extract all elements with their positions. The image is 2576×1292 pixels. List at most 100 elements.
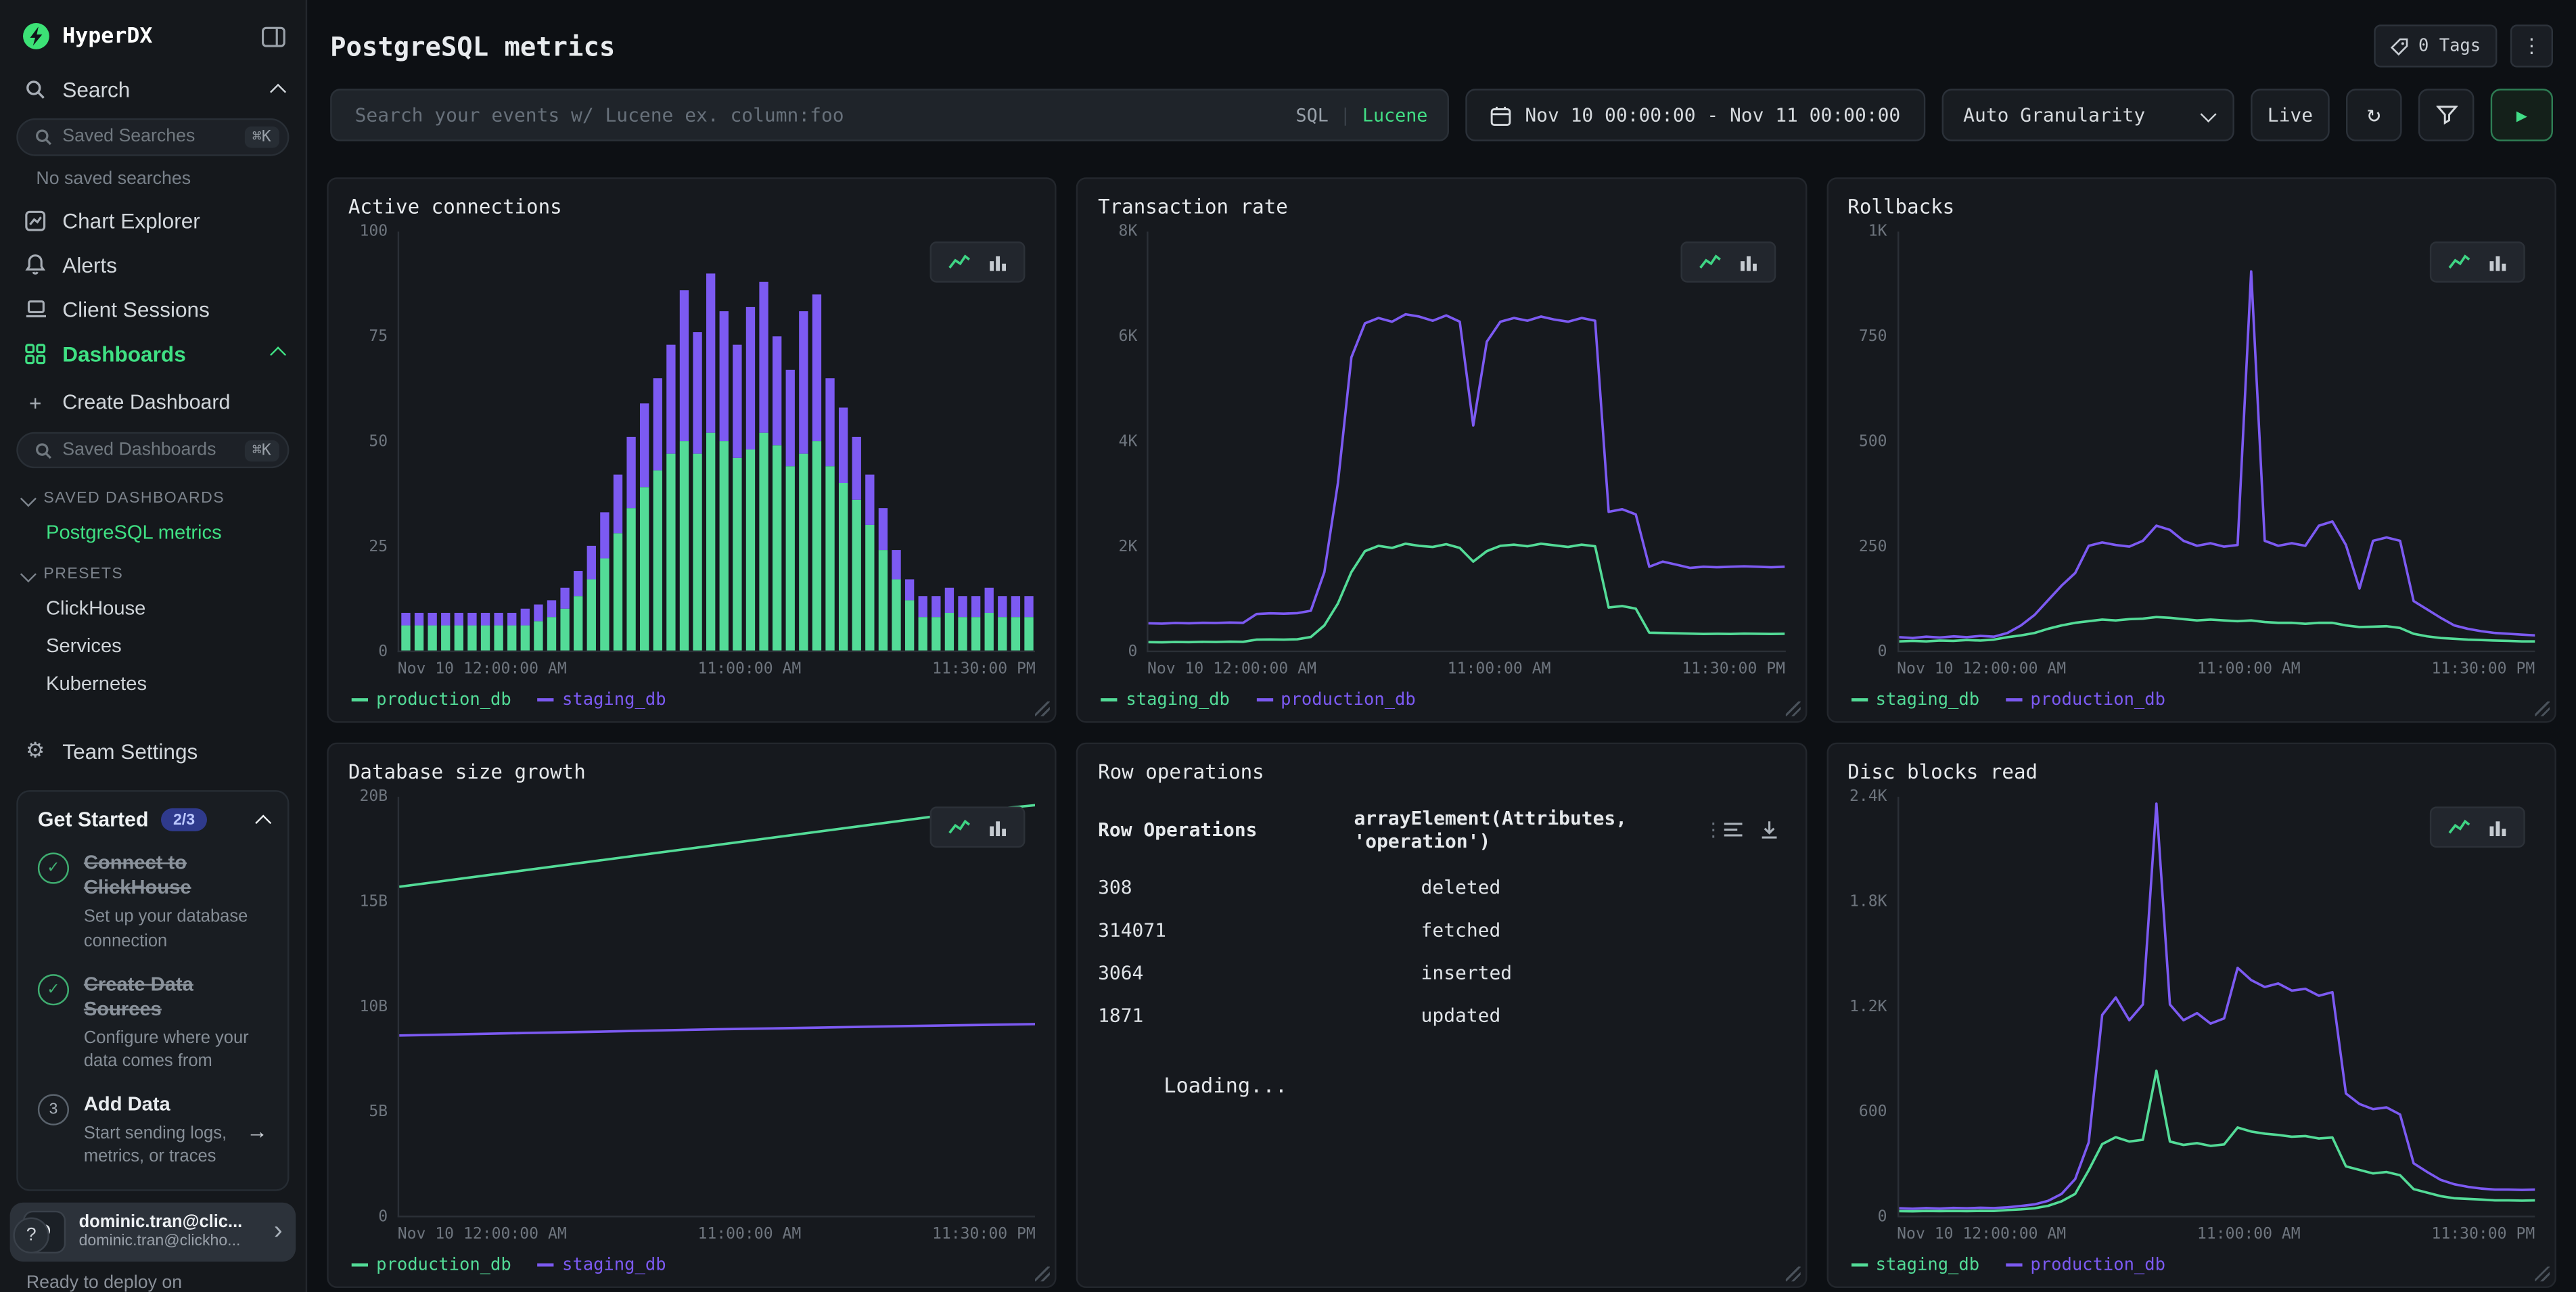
y-axis-tick: 0 <box>378 1208 388 1226</box>
sidebar-dashboard-postgresql-metrics[interactable]: PostgreSQL metrics <box>0 513 306 551</box>
legend-item[interactable]: staging_db <box>1851 690 1979 710</box>
table-row[interactable]: 3064inserted <box>1098 961 1785 984</box>
line-chart-icon[interactable] <box>2448 253 2471 271</box>
saved-dashboards-placeholder: Saved Dashboards <box>62 440 216 460</box>
kebab-menu-button[interactable]: ⋮ <box>2510 24 2553 67</box>
plot-area[interactable] <box>398 797 1036 1218</box>
plot-area[interactable] <box>1897 231 2535 652</box>
sidebar-item-search[interactable]: Search <box>0 68 306 112</box>
x-axis-tick: 11:00:00 AM <box>697 660 801 678</box>
download-icon[interactable] <box>1759 820 1778 839</box>
x-axis: Nov 10 12:00:00 AM11:00:00 AM11:30:00 PM <box>1897 1226 2535 1244</box>
sidebar-preset-clickhouse[interactable]: ClickHouse <box>0 589 306 627</box>
create-dashboard-button[interactable]: + Create Dashboard <box>0 375 306 425</box>
resize-handle[interactable] <box>1036 1266 1051 1281</box>
bar-chart-icon[interactable] <box>1739 253 1757 271</box>
saved-searches-input[interactable]: Saved Searches ⌘K <box>16 118 289 156</box>
line-chart-icon[interactable] <box>2448 818 2471 836</box>
tag-icon <box>2391 37 2409 55</box>
panel-active-connections: Active connections 1007550250 Nov 10 12:… <box>327 177 1057 722</box>
sidebar-preset-kubernetes[interactable]: Kubernetes <box>0 664 306 702</box>
column-header-operation[interactable]: arrayElement(Attributes, 'operation') <box>1354 806 1690 852</box>
cell-count: 314071 <box>1098 919 1421 942</box>
table-row[interactable]: 308deleted <box>1098 875 1785 898</box>
refresh-button[interactable]: ↻ <box>2346 89 2402 141</box>
y-axis-tick: 0 <box>1878 643 1887 662</box>
panel-disc-blocks-read: Disc blocks read 2.4K1.8K1.2K6000 Nov 10… <box>1826 743 2556 1288</box>
legend-item[interactable]: production_db <box>1256 690 1416 710</box>
tags-button[interactable]: 0 Tags <box>2374 24 2497 67</box>
plot-area[interactable] <box>1147 231 1785 652</box>
resize-handle[interactable] <box>2535 701 2550 716</box>
x-axis-tick: 11:30:00 PM <box>932 1226 1036 1244</box>
chart-canvas[interactable] <box>1899 797 2535 1216</box>
sidebar-preset-services[interactable]: Services <box>0 626 306 664</box>
chart-canvas[interactable] <box>1899 231 2535 650</box>
get-started-step-3[interactable]: 3 Add Data Start sending logs, metrics, … <box>38 1092 268 1169</box>
legend-item[interactable]: production_db <box>352 1255 511 1274</box>
sidebar-item-label: Dashboards <box>62 341 185 365</box>
y-axis-tick: 20B <box>359 787 388 806</box>
lucene-toggle[interactable]: Lucene <box>1362 104 1428 126</box>
get-started-step-2[interactable]: ✓ Create Data Sources Configure where yo… <box>38 972 268 1073</box>
resize-handle[interactable] <box>1785 701 1800 716</box>
plot-area[interactable] <box>398 231 1036 652</box>
shortcut-badge: ⌘K <box>244 440 279 461</box>
user-menu[interactable]: D dominic.tran@clic... dominic.tran@clic… <box>10 1201 296 1260</box>
sidebar-item-client-sessions[interactable]: Client Sessions <box>0 287 306 331</box>
legend-item[interactable]: production_db <box>2006 1255 2165 1274</box>
line-chart-icon[interactable] <box>1698 253 1721 271</box>
column-header-count[interactable]: Row Operations <box>1098 818 1354 841</box>
legend-dash <box>1101 698 1118 701</box>
x-axis: Nov 10 12:00:00 AM11:00:00 AM11:30:00 PM <box>398 1226 1036 1244</box>
legend-item[interactable]: staging_db <box>538 690 666 710</box>
bar-chart-icon[interactable] <box>990 253 1008 271</box>
legend-item[interactable]: staging_db <box>538 1255 666 1274</box>
line-chart-icon[interactable] <box>948 253 971 271</box>
collapse-sidebar-icon[interactable] <box>261 26 285 47</box>
legend-item[interactable]: production_db <box>352 690 511 710</box>
chart-canvas[interactable] <box>1149 231 1785 650</box>
chart-legend: production_db staging_db <box>352 690 1036 710</box>
saved-dashboards-section-header[interactable]: SAVED DASHBOARDS <box>0 476 306 513</box>
table-row[interactable]: 314071fetched <box>1098 919 1785 942</box>
bar-chart-icon[interactable] <box>2489 253 2507 271</box>
sidebar-item-dashboards[interactable]: Dashboards <box>0 331 306 376</box>
chart-canvas[interactable] <box>399 231 1036 650</box>
sql-toggle[interactable]: SQL <box>1296 104 1329 126</box>
granularity-dropdown[interactable]: Auto Granularity <box>1942 89 2234 141</box>
date-range-picker[interactable]: Nov 10 00:00:00 - Nov 11 00:00:00 <box>1465 89 1925 141</box>
search-input[interactable] <box>352 102 1283 129</box>
event-search-box[interactable]: SQL | Lucene <box>330 89 1449 141</box>
list-icon[interactable] <box>1723 821 1743 837</box>
presets-section-header[interactable]: PRESETS <box>0 551 306 589</box>
sidebar-item-alerts[interactable]: Alerts <box>0 243 306 287</box>
resize-handle[interactable] <box>2535 1266 2550 1281</box>
chart-legend: staging_db production_db <box>1851 690 2535 710</box>
live-button[interactable]: Live <box>2251 89 2330 141</box>
gear-icon: ⚙ <box>23 739 47 765</box>
sidebar-item-chart-explorer[interactable]: Chart Explorer <box>0 198 306 243</box>
run-query-button[interactable]: ▶ <box>2491 89 2553 141</box>
plot-area[interactable] <box>1897 797 2535 1218</box>
x-axis-tick: Nov 10 12:00:00 AM <box>398 1226 567 1244</box>
saved-dashboards-input[interactable]: Saved Dashboards ⌘K <box>16 432 289 469</box>
resize-handle[interactable] <box>1036 701 1051 716</box>
chart-canvas[interactable] <box>399 797 1036 1216</box>
help-button[interactable]: ? <box>13 1216 49 1252</box>
x-axis-tick: Nov 10 12:00:00 AM <box>1897 660 2066 678</box>
column-menu-icon[interactable]: ⋮ <box>1704 818 1723 841</box>
filter-button[interactable] <box>2418 89 2475 141</box>
line-chart-icon[interactable] <box>948 818 971 836</box>
table-row[interactable]: 1871updated <box>1098 1004 1785 1027</box>
sidebar-item-team-settings[interactable]: ⚙ Team Settings <box>0 729 306 775</box>
resize-handle[interactable] <box>1785 1266 1800 1281</box>
bar-chart-icon[interactable] <box>990 818 1008 836</box>
legend-item[interactable]: staging_db <box>1851 1255 1979 1274</box>
get-started-header[interactable]: Get Started 2/3 <box>38 809 268 832</box>
bar-chart-icon[interactable] <box>2489 818 2507 836</box>
cell-operation: updated <box>1421 1004 1501 1027</box>
legend-item[interactable]: staging_db <box>1101 690 1230 710</box>
get-started-step-1[interactable]: ✓ Connect to ClickHouse Set up your data… <box>38 852 268 952</box>
legend-item[interactable]: production_db <box>2006 690 2165 710</box>
